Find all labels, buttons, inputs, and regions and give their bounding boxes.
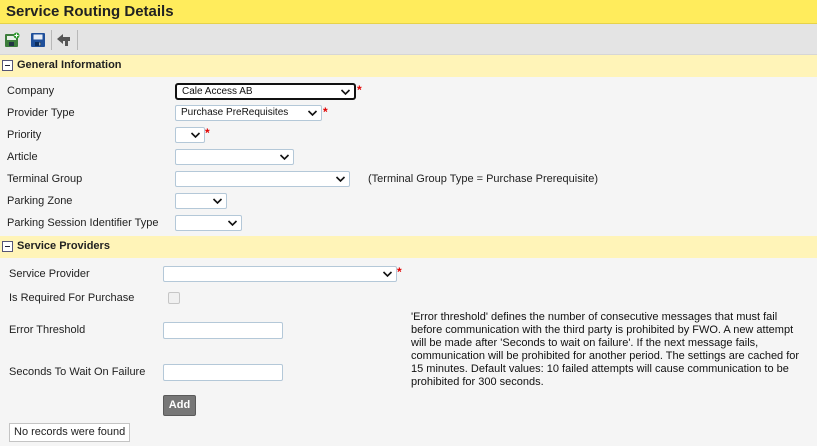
general-information-header: General Information (0, 55, 817, 77)
chevron-down-icon (307, 110, 318, 117)
session-id-type-select[interactable] (175, 215, 242, 231)
required-marker: * (323, 105, 328, 119)
required-marker: * (357, 83, 362, 97)
title-bar: Service Routing Details (0, 0, 817, 24)
chevron-down-icon (382, 271, 393, 278)
is-required-label: Is Required For Purchase (9, 292, 135, 304)
required-marker: * (205, 126, 210, 140)
save-new-icon[interactable] (4, 32, 20, 48)
collapse-icon[interactable] (2, 241, 13, 252)
parking-zone-select[interactable] (175, 193, 227, 209)
seconds-wait-input[interactable] (163, 364, 283, 381)
provider-type-select[interactable]: Purchase PreRequisites (175, 105, 322, 121)
no-records-message: No records were found (9, 423, 131, 442)
terminal-group-hint: (Terminal Group Type = Purchase Prerequi… (368, 173, 598, 185)
error-threshold-input[interactable] (163, 322, 283, 339)
article-label: Article (7, 151, 38, 163)
toolbar (0, 24, 817, 55)
error-threshold-label: Error Threshold (9, 324, 86, 336)
service-provider-select[interactable] (163, 266, 397, 282)
priority-select[interactable] (175, 127, 205, 143)
chevron-down-icon (227, 220, 238, 227)
chevron-down-icon (340, 89, 351, 96)
seconds-wait-label: Seconds To Wait On Failure (9, 366, 146, 378)
is-required-checkbox[interactable] (168, 292, 180, 304)
company-select[interactable]: Cale Access AB (175, 83, 356, 100)
parking-zone-label: Parking Zone (7, 195, 73, 207)
section-title: Service Providers (17, 240, 110, 252)
back-icon[interactable] (56, 32, 72, 48)
provider-type-value: Purchase PreRequisites (181, 107, 289, 118)
save-icon[interactable] (30, 32, 46, 48)
chevron-down-icon (279, 154, 290, 161)
terminal-group-label: Terminal Group (7, 173, 83, 185)
collapse-icon[interactable] (2, 60, 13, 71)
priority-label: Priority (7, 129, 42, 141)
required-marker: * (397, 265, 402, 279)
page-title: Service Routing Details (6, 3, 174, 20)
terminal-group-select[interactable] (175, 171, 350, 187)
toolbar-separator (51, 30, 52, 50)
company-label: Company (7, 85, 55, 97)
article-select[interactable] (175, 149, 294, 165)
chevron-down-icon (212, 198, 223, 205)
chevron-down-icon (190, 132, 201, 139)
service-provider-label: Service Provider (9, 268, 90, 280)
section-title: General Information (17, 59, 122, 71)
chevron-down-icon (335, 176, 346, 183)
add-button[interactable]: Add (163, 395, 196, 416)
service-providers-header: Service Providers (0, 236, 817, 258)
company-value: Cale Access AB (182, 86, 253, 97)
error-threshold-note: 'Error threshold' defines the number of … (411, 311, 800, 388)
session-id-type-label: Parking Session Identifier Type (7, 217, 159, 229)
provider-type-label: Provider Type (7, 107, 75, 119)
toolbar-separator (77, 30, 78, 50)
